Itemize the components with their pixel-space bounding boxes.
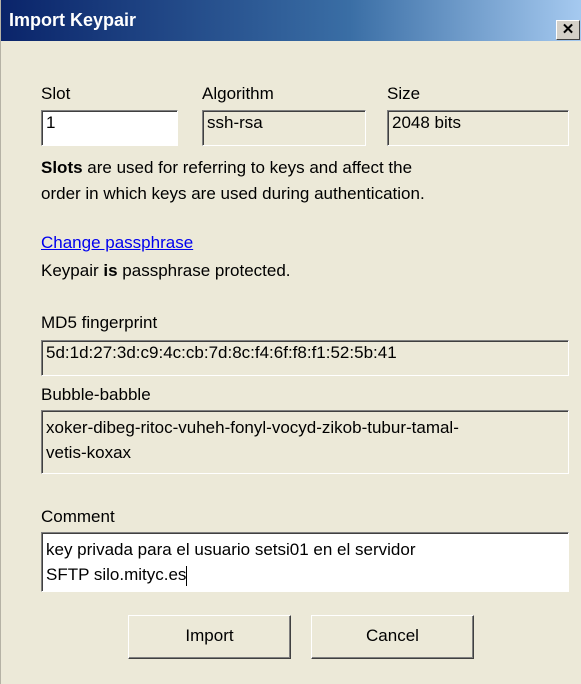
slot-label: Slot <box>41 84 71 103</box>
md5-field: 5d:1d:27:3d:c9:4c:cb:7d:8c:f4:6f:f8:f1:5… <box>41 340 569 376</box>
comment-line1: key privada para el usuario setsi01 en e… <box>46 540 416 559</box>
passphrase-status-pre: Keypair <box>41 261 104 280</box>
bubble-babble-label: Bubble-babble <box>41 385 151 404</box>
comment-label: Comment <box>41 507 115 526</box>
slots-note-text: are used for referring to keys and affec… <box>82 158 413 177</box>
comment-textarea[interactable]: key privada para el usuario setsi01 en e… <box>41 532 569 592</box>
close-icon: ✕ <box>561 21 575 38</box>
slots-note-line2: order in which keys are used during auth… <box>41 184 425 203</box>
md5-label: MD5 fingerprint <box>41 313 158 332</box>
text-caret <box>186 565 188 586</box>
algorithm-label: Algorithm <box>202 84 274 103</box>
bubble-babble-line1: xoker-dibeg-ritoc-vuheh-fonyl-vocyd-ziko… <box>46 418 459 437</box>
cancel-button[interactable]: Cancel <box>311 615 474 659</box>
comment-line2: SFTP silo.mityc.es <box>46 565 187 584</box>
change-passphrase-link[interactable]: Change passphrase <box>41 233 193 253</box>
algorithm-field: ssh-rsa <box>202 110 366 146</box>
size-field: 2048 bits <box>387 110 569 146</box>
title-bar[interactable]: Import Keypair ✕ <box>1 0 581 41</box>
bubble-babble-field: xoker-dibeg-ritoc-vuheh-fonyl-vocyd-ziko… <box>41 410 569 474</box>
passphrase-status: Keypair is passphrase protected. <box>41 261 291 281</box>
slots-note-line1: Slots are used for referring to keys and… <box>41 158 412 178</box>
passphrase-status-bold: is <box>103 261 118 280</box>
size-label: Size <box>387 84 421 103</box>
import-button[interactable]: Import <box>128 615 291 659</box>
close-button[interactable]: ✕ <box>556 20 580 40</box>
slots-note-bold: Slots <box>41 158 83 177</box>
bubble-babble-line2: vetis-koxax <box>46 443 132 462</box>
slot-input[interactable]: 1 <box>41 110 178 146</box>
window-title: Import Keypair <box>9 10 137 30</box>
passphrase-status-post: passphrase protected. <box>117 261 291 280</box>
comment-line2-wrap: SFTP silo.mityc.es <box>46 562 564 587</box>
import-keypair-dialog: Import Keypair ✕ Slot 1 Algorithm ssh-rs… <box>0 0 581 684</box>
